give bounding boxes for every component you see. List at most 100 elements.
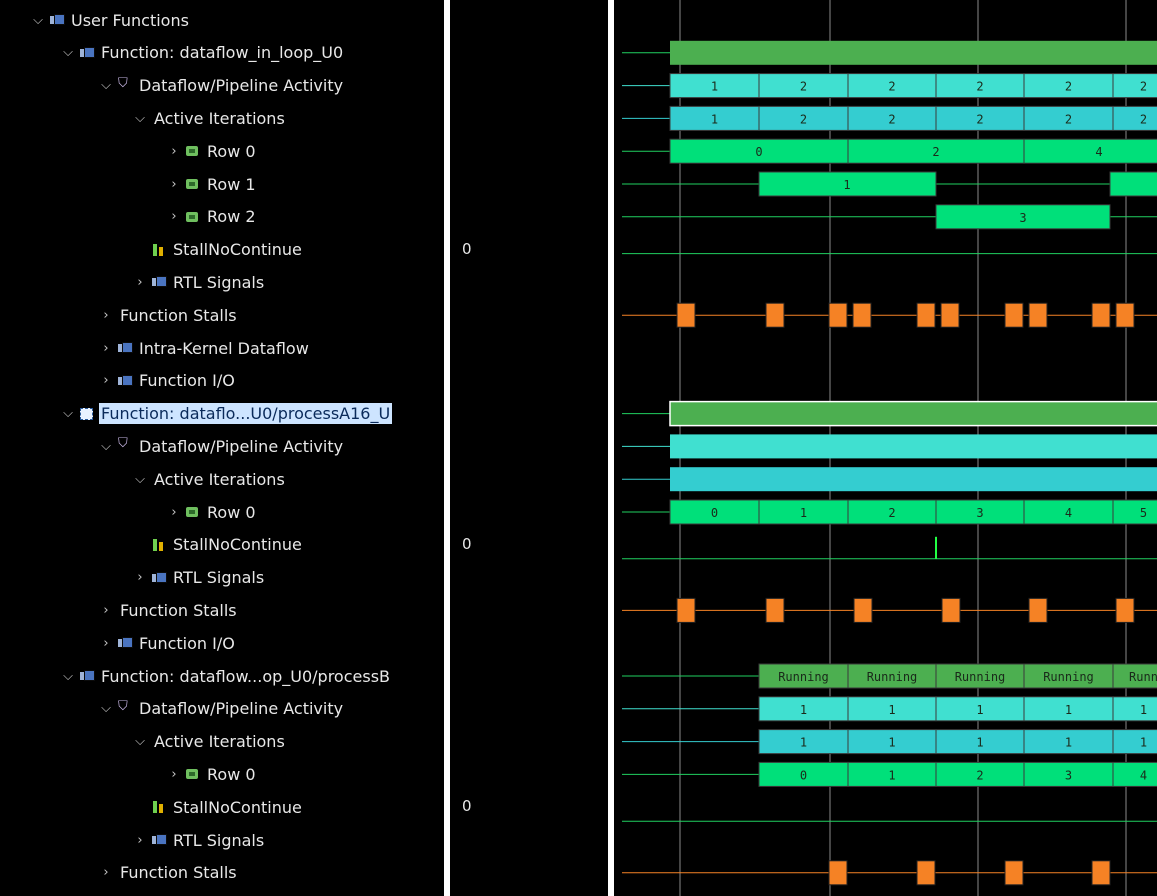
- tree-item-row-0[interactable]: › Row 0: [0, 758, 444, 790]
- tree-item-active-iterations[interactable]: ⌵ Active Iterations: [0, 463, 444, 495]
- chevron-down-icon[interactable]: ⌵: [60, 669, 76, 684]
- chevron-right-icon[interactable]: ›: [98, 341, 114, 356]
- chevron-right-icon[interactable]: ›: [132, 570, 148, 585]
- iteration-label: 1: [843, 178, 850, 192]
- segment-label: 2: [1140, 112, 1147, 126]
- tree-item-rtl-signals[interactable]: › RTL Signals: [0, 562, 444, 594]
- segment-label: 2: [1140, 80, 1147, 94]
- tree-item-row-0[interactable]: › Row 0: [0, 135, 444, 167]
- tree-item-function-stalls[interactable]: › Function Stalls: [0, 857, 444, 889]
- chevron-down-icon[interactable]: ⌵: [60, 406, 76, 421]
- stall-marker: [916, 302, 936, 328]
- activity-bar: [670, 467, 1157, 492]
- chevron-right-icon[interactable]: ›: [166, 505, 182, 520]
- tree-item-label: Function Stalls: [120, 600, 237, 620]
- segment-label: 1: [1065, 736, 1072, 750]
- chevron-down-icon[interactable]: ⌵: [98, 78, 114, 93]
- tree-item-function-i-o[interactable]: › Function I/O: [0, 627, 444, 659]
- segment-label: 1: [800, 703, 807, 717]
- stall-marker: [676, 597, 696, 623]
- stall-marker: [853, 597, 873, 623]
- row-icon: [186, 768, 200, 780]
- group-icon: [80, 46, 95, 59]
- tree-item-intra-kernel-dataflow[interactable]: › Intra-Kernel Dataflow: [0, 332, 444, 364]
- tree-item-label: Function I/O: [139, 371, 235, 391]
- segment-label: 1: [888, 768, 895, 782]
- tree-item-function-dataflow-in-loop-u0[interactable]: ⌵ Function: dataflow_in_loop_U0: [0, 37, 444, 69]
- tree-item-dataflow-pipeline-activity[interactable]: ⌵ Dataflow/Pipeline Activity: [0, 70, 444, 102]
- tree-item-stallnocontinue[interactable]: StallNoContinue: [0, 529, 444, 561]
- tree-item-label: Dataflow/Pipeline Activity: [139, 699, 344, 719]
- chevron-right-icon[interactable]: ›: [166, 177, 182, 192]
- tree-item-dataflow-pipeline-activity[interactable]: ⌵ Dataflow/Pipeline Activity: [0, 693, 444, 725]
- segment-label: 4: [1065, 506, 1072, 520]
- chevron-down-icon[interactable]: ⌵: [98, 439, 114, 454]
- stall-marker: [941, 597, 961, 623]
- segment-label: 0: [711, 506, 718, 520]
- tree-item-active-iterations[interactable]: ⌵ Active Iterations: [0, 102, 444, 134]
- tree-item-row-2[interactable]: › Row 2: [0, 201, 444, 233]
- waveform-canvas[interactable]: 1 2 2 2 2 2 1 2 2 2 2 2 0 2 4 1 3 0 1 2 3 4 5 Running Running Run…: [614, 0, 1157, 896]
- chevron-right-icon[interactable]: ›: [98, 373, 114, 388]
- tree-item-label: Active Iterations: [154, 108, 285, 128]
- tree-item-row-1[interactable]: › Row 1: [0, 168, 444, 200]
- tree-item-function-dataflow-op-u0-processb[interactable]: ⌵ Function: dataflow...op_U0/processB: [0, 660, 444, 692]
- chevron-right-icon[interactable]: ›: [98, 603, 114, 618]
- segment-label: 4: [1095, 145, 1102, 159]
- signal-value: 0: [462, 239, 472, 258]
- tree-item-function-dataflo-u0-processa16-u[interactable]: ⌵ Function: dataflo...U0/processA16_U: [0, 398, 444, 430]
- tree-item-rtl-signals[interactable]: › RTL Signals: [0, 824, 444, 856]
- stall-icon: [152, 538, 166, 551]
- chevron-down-icon[interactable]: ⌵: [98, 701, 114, 716]
- tree-item-label: Function I/O: [139, 633, 235, 653]
- stall-marker: [1091, 860, 1111, 886]
- segment-label: 2: [932, 145, 939, 159]
- tree-item-active-iterations[interactable]: ⌵ Active Iterations: [0, 726, 444, 758]
- chevron-down-icon[interactable]: ⌵: [30, 13, 46, 28]
- dataflow-icon: [118, 699, 132, 715]
- tree-item-label: Active Iterations: [154, 732, 285, 752]
- stall-marker: [828, 302, 848, 328]
- group-icon: [152, 571, 167, 584]
- chevron-down-icon[interactable]: ⌵: [132, 111, 148, 126]
- segment-label: 2: [976, 80, 983, 94]
- signal-value: 0: [462, 534, 472, 553]
- stall-marker: [765, 597, 785, 623]
- stall-marker: [1115, 597, 1135, 623]
- tree-item-function-stalls[interactable]: › Function Stalls: [0, 594, 444, 626]
- tree-item-function-i-o[interactable]: › Function I/O: [0, 365, 444, 397]
- chevron-down-icon[interactable]: ⌵: [132, 734, 148, 749]
- group-icon: [50, 14, 65, 26]
- segment-label: 5: [1140, 506, 1147, 520]
- tree-item-label: Intra-Kernel Dataflow: [139, 338, 309, 358]
- tree-item-label: Row 0: [207, 764, 256, 784]
- activity-segment: [1023, 138, 1157, 164]
- activity-bar: [670, 434, 1157, 459]
- tree-item-rtl-signals[interactable]: › RTL Signals: [0, 266, 444, 298]
- tree-item-stallnocontinue[interactable]: StallNoContinue: [0, 234, 444, 266]
- stall-marker: [916, 860, 936, 886]
- function-icon: [80, 407, 94, 420]
- tree-item-label: Row 2: [207, 207, 256, 227]
- tree-item-function-stalls[interactable]: › Function Stalls: [0, 299, 444, 331]
- chevron-down-icon[interactable]: ⌵: [60, 45, 76, 60]
- tree-item-stallnocontinue[interactable]: StallNoContinue: [0, 791, 444, 823]
- waveform-view: 1 2 2 2 2 2 1 2 2 2 2 2 0 2 4 1 3 0 1 2 3 4 5 Running Running Run…: [614, 0, 1157, 896]
- chevron-right-icon[interactable]: ›: [166, 144, 182, 159]
- tree-item-dataflow-pipeline-activity[interactable]: ⌵ Dataflow/Pipeline Activity: [0, 430, 444, 462]
- tree-item-label: Function: dataflo...U0/processA16_U: [99, 403, 393, 425]
- chevron-right-icon[interactable]: ›: [98, 308, 114, 323]
- stall-marker: [828, 860, 848, 886]
- chevron-right-icon[interactable]: ›: [132, 275, 148, 290]
- chevron-right-icon[interactable]: ›: [166, 209, 182, 224]
- tree-item-row-0[interactable]: › Row 0: [0, 496, 444, 528]
- segment-label: 2: [976, 768, 983, 782]
- chevron-right-icon[interactable]: ›: [98, 636, 114, 651]
- segment-label: 1: [888, 736, 895, 750]
- chevron-down-icon[interactable]: ⌵: [132, 472, 148, 487]
- chevron-right-icon[interactable]: ›: [98, 865, 114, 880]
- tree-item-user-functions[interactable]: ⌵ User Functions: [0, 4, 444, 36]
- iteration-label: 3: [1019, 211, 1026, 225]
- chevron-right-icon[interactable]: ›: [132, 833, 148, 848]
- chevron-right-icon[interactable]: ›: [166, 767, 182, 782]
